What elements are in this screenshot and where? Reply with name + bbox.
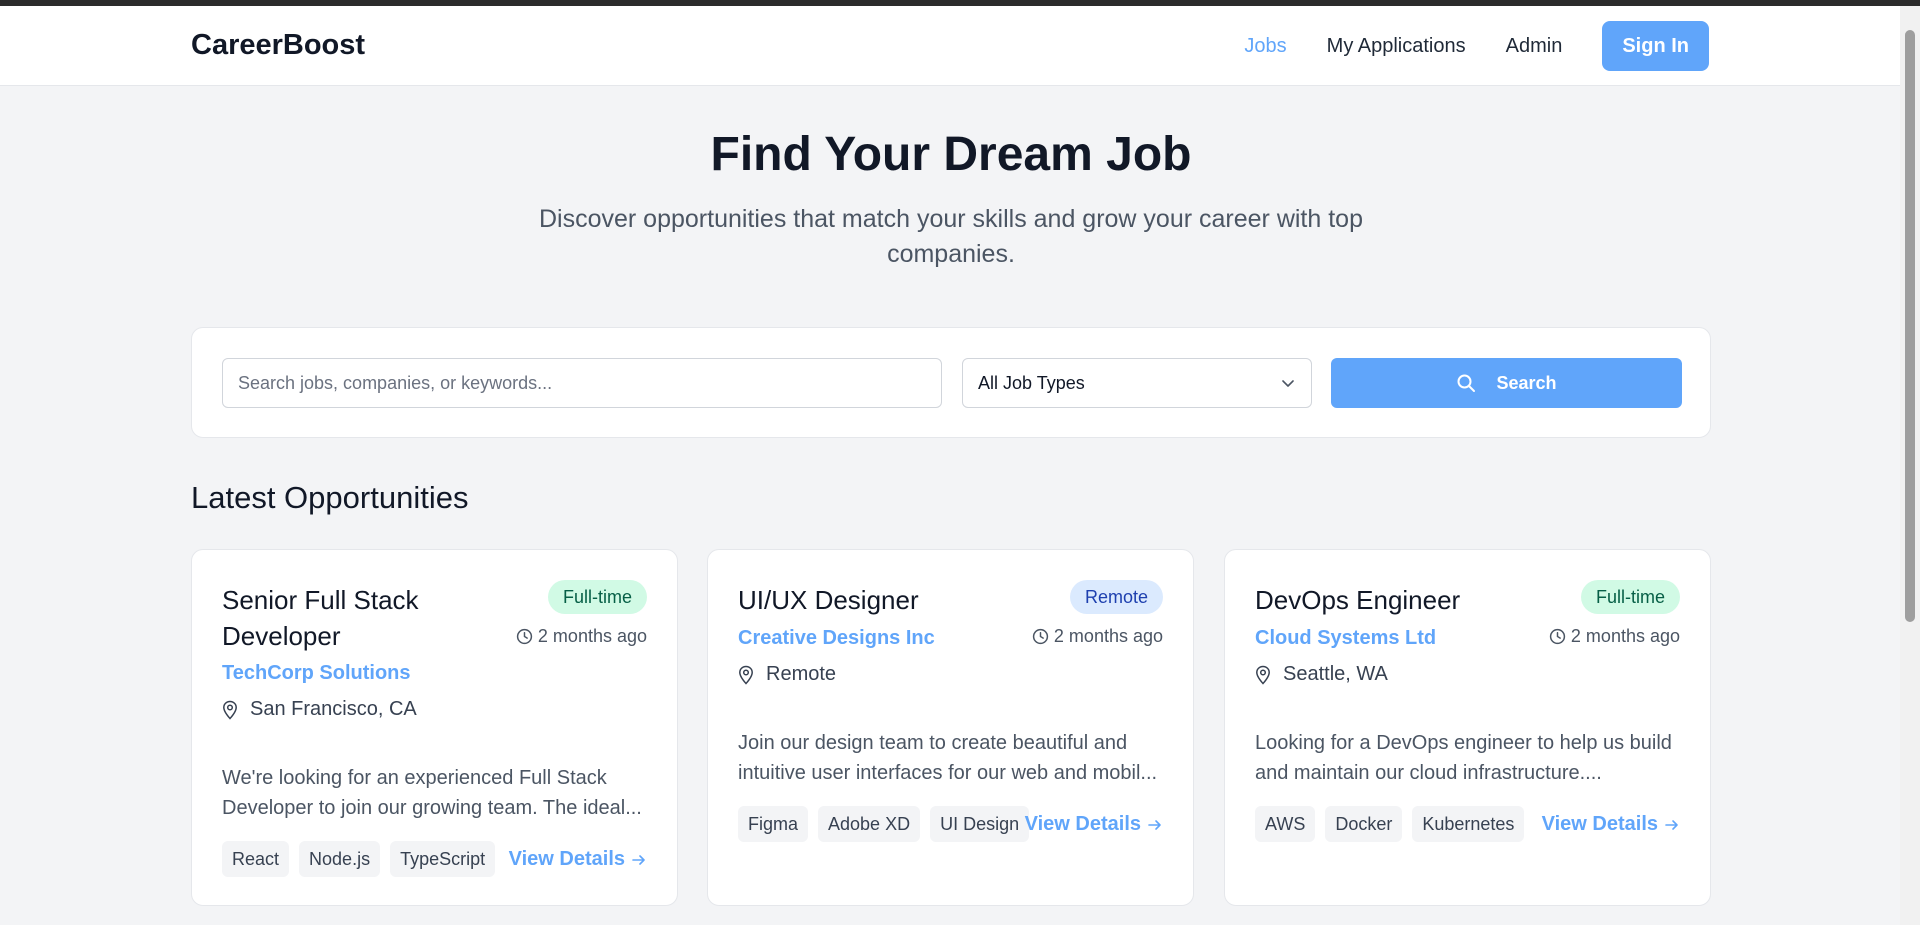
skill-tag: Figma — [738, 806, 809, 842]
arrow-right-icon — [1148, 819, 1161, 830]
posted-time-label: 2 months ago — [1570, 626, 1680, 646]
posted-time: 2 months ago — [1549, 626, 1680, 647]
job-type-badge: Remote — [1069, 580, 1163, 614]
job-title[interactable]: Senior Full Stack Developer — [222, 582, 482, 654]
description-line: Developer to join our growing team. The … — [222, 797, 642, 819]
skill-tag: Kubernetes — [1412, 806, 1525, 842]
hero-section: Find Your Dream Job Discover opportuniti… — [191, 120, 1711, 272]
description-line: Looking for a DevOps engineer to help us… — [1255, 732, 1672, 754]
skill-tag: Docker — [1325, 806, 1403, 842]
description-line: and maintain our cloud infrastructure...… — [1255, 762, 1602, 784]
job-card[interactable]: DevOps Engineer Full-time 2 months ago C… — [1224, 549, 1711, 906]
clock-icon — [1032, 628, 1049, 645]
arrow-right-icon — [1665, 819, 1678, 830]
arrow-right-icon — [632, 854, 645, 865]
job-title[interactable]: UI/UX Designer — [738, 582, 998, 618]
job-location: Seattle, WA — [1255, 663, 1388, 686]
scrollbar-track[interactable] — [1900, 6, 1920, 925]
chevron-down-icon — [1282, 380, 1294, 387]
description-line: Join our design team to create beautiful… — [738, 732, 1128, 754]
job-type-select[interactable]: All Job Types — [962, 358, 1312, 408]
hero-title: Find Your Dream Job — [710, 128, 1192, 181]
company-name[interactable]: TechCorp Solutions — [222, 662, 411, 685]
company-name[interactable]: Cloud Systems Ltd — [1255, 627, 1436, 650]
job-card[interactable]: Senior Full Stack Developer Full-time 2 … — [191, 549, 678, 906]
nav-my-applications[interactable]: My Applications — [1327, 35, 1466, 58]
job-type-selected: All Job Types — [978, 372, 1085, 393]
skill-tag: Adobe XD — [818, 806, 921, 842]
skill-tags: Figma Adobe XD UI Design — [738, 806, 1030, 842]
job-description: We're looking for an experienced Full St… — [222, 763, 649, 823]
job-description: Looking for a DevOps engineer to help us… — [1255, 728, 1682, 788]
posted-time-label: 2 months ago — [537, 626, 647, 646]
clock-icon — [516, 628, 533, 645]
scrollbar-thumb[interactable] — [1905, 30, 1915, 622]
skill-tag: AWS — [1255, 806, 1316, 842]
skill-tag: TypeScript — [390, 841, 496, 877]
hero-subtitle: Discover opportunities that match your s… — [539, 205, 1363, 268]
search-button-label: Search — [1496, 372, 1557, 393]
job-card[interactable]: UI/UX Designer Remote 2 months ago Creat… — [707, 549, 1194, 906]
posted-time: 2 months ago — [516, 626, 647, 647]
site-header: CareerBoost Jobs My Applications Admin S… — [0, 6, 1900, 86]
job-location: Remote — [738, 663, 836, 686]
main-nav: Jobs My Applications Admin Sign In — [1204, 21, 1709, 71]
clock-icon — [1549, 628, 1566, 645]
sign-in-button[interactable]: Sign In — [1602, 21, 1709, 71]
search-button[interactable]: Search — [1331, 358, 1682, 408]
nav-jobs[interactable]: Jobs — [1244, 35, 1286, 58]
view-details-link[interactable]: View Details — [1542, 813, 1680, 836]
map-pin-icon — [739, 665, 753, 685]
description-line: We're looking for an experienced Full St… — [222, 767, 607, 789]
skill-tags: React Node.js TypeScript — [222, 841, 496, 877]
location-label: San Francisco, CA — [250, 698, 417, 720]
view-details-label: View Details — [508, 848, 625, 870]
company-name[interactable]: Creative Designs Inc — [738, 627, 935, 650]
search-panel: All Job Types Search — [191, 327, 1711, 438]
view-details-link[interactable]: View Details — [509, 848, 647, 871]
job-type-badge: Full-time — [1580, 580, 1680, 614]
section-title: Latest Opportunities — [191, 480, 469, 515]
map-pin-icon — [1256, 665, 1270, 685]
view-details-label: View Details — [1541, 813, 1658, 835]
skill-tag: Node.js — [299, 841, 381, 877]
nav-admin[interactable]: Admin — [1506, 35, 1563, 58]
description-line: intuitive user interfaces for our web an… — [738, 762, 1158, 784]
job-title[interactable]: DevOps Engineer — [1255, 582, 1515, 618]
search-icon — [1457, 374, 1476, 392]
skill-tag: UI Design — [930, 806, 1030, 842]
search-input[interactable] — [222, 358, 942, 408]
view-details-link[interactable]: View Details — [1025, 813, 1163, 836]
job-description: Join our design team to create beautiful… — [738, 728, 1165, 788]
job-location: San Francisco, CA — [222, 698, 417, 721]
brand-logo[interactable]: CareerBoost — [191, 29, 365, 62]
view-details-label: View Details — [1024, 813, 1141, 835]
map-pin-icon — [223, 700, 237, 720]
skill-tags: AWS Docker Kubernetes — [1255, 806, 1525, 842]
posted-time-label: 2 months ago — [1053, 626, 1163, 646]
location-label: Seattle, WA — [1283, 663, 1388, 685]
skill-tag: React — [222, 841, 290, 877]
posted-time: 2 months ago — [1032, 626, 1163, 647]
location-label: Remote — [766, 663, 837, 685]
job-type-badge: Full-time — [547, 580, 647, 614]
